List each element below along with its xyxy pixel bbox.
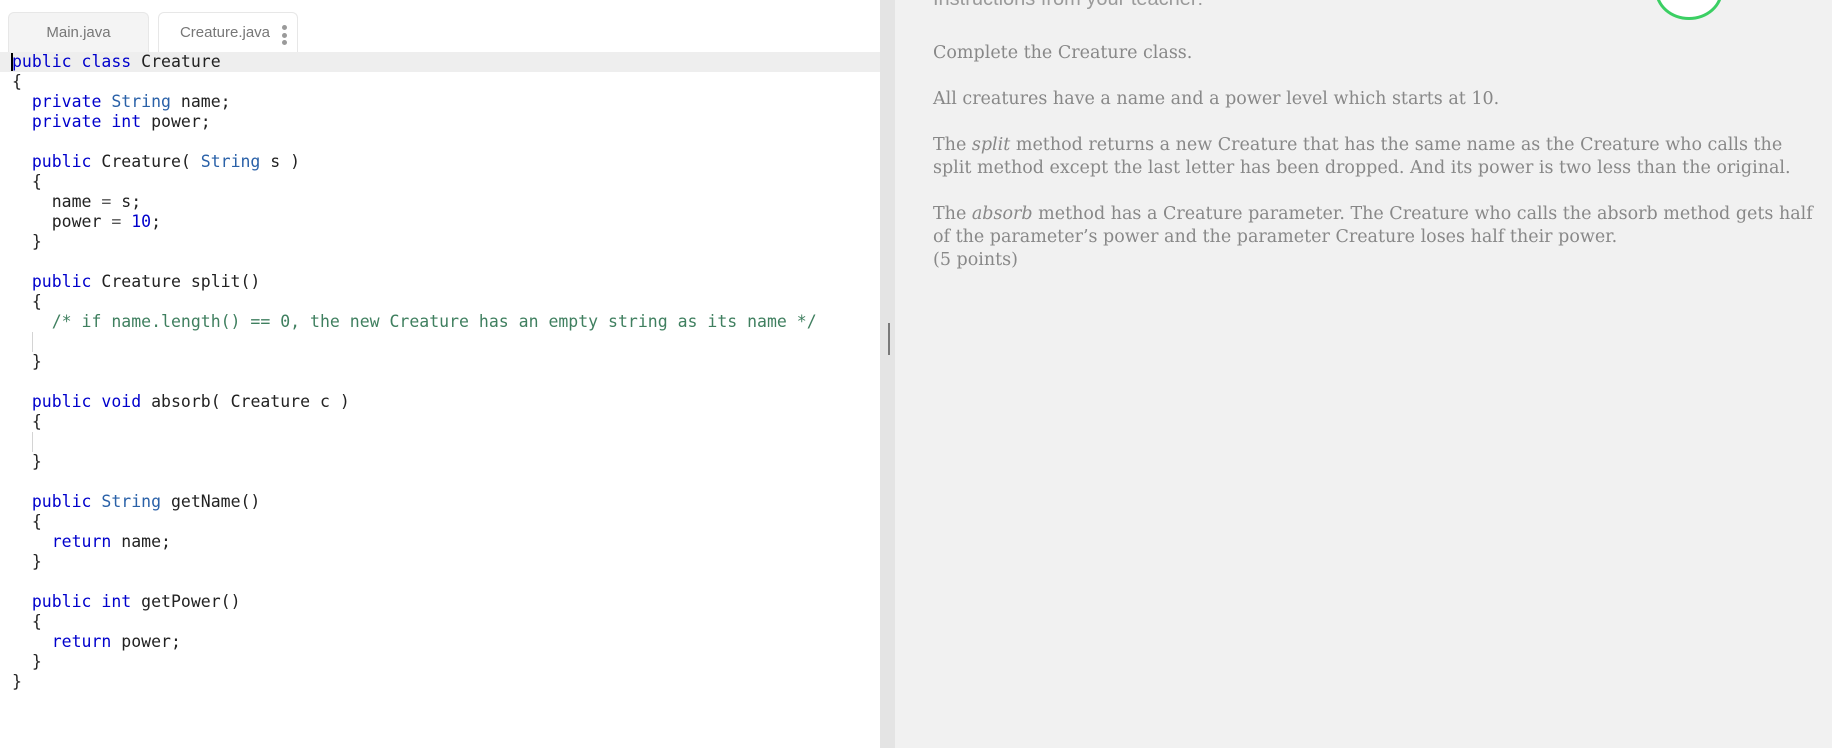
- file-tab-bar: Main.java Creature.java: [0, 0, 880, 52]
- code-line[interactable]: name = s;: [0, 192, 880, 212]
- tab-creature-java-label: Creature.java: [179, 24, 271, 41]
- code-line[interactable]: {: [0, 512, 880, 532]
- code-line[interactable]: }: [0, 452, 880, 472]
- instruction-paragraph-2: All creatures have a name and a power le…: [933, 89, 1500, 109]
- code-line[interactable]: return name;: [0, 532, 880, 552]
- code-line[interactable]: public void absorb( Creature c ): [0, 392, 880, 412]
- code-line[interactable]: }: [0, 232, 880, 252]
- code-editor[interactable]: public class Creature{ private String na…: [0, 52, 880, 748]
- code-line[interactable]: {: [0, 72, 880, 92]
- code-line[interactable]: }: [0, 352, 880, 372]
- code-line[interactable]: power = 10;: [0, 212, 880, 232]
- code-line[interactable]: private int power;: [0, 112, 880, 132]
- code-line[interactable]: public class Creature: [0, 52, 880, 72]
- code-line[interactable]: {: [0, 612, 880, 632]
- points-badge: [1655, 0, 1723, 20]
- code-line[interactable]: /* if name.length() == 0, the new Creatu…: [0, 312, 880, 332]
- paragraph-4-intro: The: [933, 204, 972, 224]
- tab-main-java[interactable]: Main.java: [8, 12, 149, 52]
- code-line[interactable]: [0, 132, 880, 152]
- code-line[interactable]: {: [0, 172, 880, 192]
- code-line[interactable]: public Creature( String s ): [0, 152, 880, 172]
- paragraph-3-intro: The: [933, 135, 972, 155]
- code-line[interactable]: [0, 432, 880, 452]
- code-line[interactable]: }: [0, 672, 880, 692]
- code-line[interactable]: {: [0, 292, 880, 312]
- instructions-header: Instructions from your teacher:: [933, 0, 1203, 11]
- code-line[interactable]: {: [0, 412, 880, 432]
- code-line[interactable]: }: [0, 652, 880, 672]
- code-line[interactable]: public String getName(): [0, 492, 880, 512]
- absorb-method-name: absorb: [971, 204, 1033, 224]
- code-line[interactable]: [0, 252, 880, 272]
- code-line[interactable]: public int getPower(): [0, 592, 880, 612]
- splitter-handle[interactable]: [888, 323, 890, 355]
- split-method-name: split: [971, 135, 1011, 155]
- code-line[interactable]: }: [0, 552, 880, 572]
- code-line[interactable]: return power;: [0, 632, 880, 652]
- paragraph-4-text: method has a Creature parameter. The Cre…: [933, 204, 1813, 247]
- tab-main-java-label: Main.java: [46, 24, 111, 41]
- code-line[interactable]: [0, 472, 880, 492]
- code-line[interactable]: [0, 372, 880, 392]
- instruction-paragraph-3: The split method returns a new Creature …: [933, 134, 1813, 180]
- code-line[interactable]: public Creature split(): [0, 272, 880, 292]
- code-line[interactable]: [0, 572, 880, 592]
- instruction-paragraph-1: Complete the Creature class.: [933, 43, 1193, 63]
- points-text: (5 points): [933, 250, 1018, 270]
- instruction-paragraph-4: The absorb method has a Creature paramet…: [933, 203, 1813, 249]
- more-options-icon[interactable]: [281, 25, 287, 45]
- paragraph-3-text: method returns a new Creature that has t…: [933, 135, 1791, 178]
- code-line[interactable]: private String name;: [0, 92, 880, 112]
- tab-creature-java[interactable]: Creature.java: [158, 12, 298, 52]
- pane-splitter[interactable]: [880, 0, 895, 748]
- instructions-body: Complete the Creature class. All creatur…: [933, 42, 1813, 295]
- code-editor-pane: Main.java Creature.java public class Cre…: [0, 0, 880, 748]
- instructions-pane: Instructions from your teacher: Complete…: [895, 0, 1832, 748]
- code-line[interactable]: [0, 332, 880, 352]
